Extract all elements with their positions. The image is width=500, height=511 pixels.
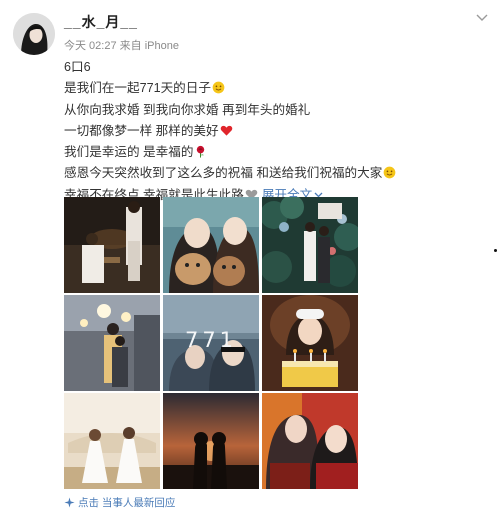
post-line-text: 从你向我求婚 到我向你求婚 再到年头的婚礼	[64, 102, 311, 117]
photo-5[interactable]: 771	[163, 295, 259, 391]
side-dot	[494, 249, 497, 252]
photo-7[interactable]	[64, 393, 160, 489]
photo-2[interactable]	[163, 197, 259, 293]
post-line: 从你向我求婚 到我向你求婚 再到年头的婚礼	[64, 100, 484, 121]
photo-6[interactable]	[262, 295, 358, 391]
photo-1[interactable]	[64, 197, 160, 293]
footer-label: 点击 当事人最新回应	[78, 497, 176, 509]
photo-overlay-text: 771	[184, 328, 238, 352]
photo-3-image	[262, 197, 358, 293]
chevron-down-icon[interactable]	[476, 14, 488, 22]
photo-3[interactable]	[262, 197, 358, 293]
rose-emoji-icon	[197, 146, 205, 158]
sparkle-icon	[64, 497, 75, 508]
photo-9[interactable]	[262, 393, 358, 489]
photo-grid: 771	[64, 197, 358, 489]
photo-9-image	[262, 393, 358, 489]
post-text: 6口6 是我们在一起771天的日子 从你向我求婚 到我向你求婚 再到年头的婚礼 …	[64, 57, 484, 206]
username[interactable]: __水_月__	[64, 12, 138, 32]
photo-1-image	[64, 197, 160, 293]
avatar[interactable]	[13, 13, 55, 55]
post-line: 6口6	[64, 57, 484, 78]
post-line: 我们是幸运的 是幸福的	[64, 142, 484, 163]
post-line-text: 感恩今天突然收到了这么多的祝福 和送给我们祝福的大家	[64, 166, 383, 181]
smile-emoji-icon	[212, 81, 225, 94]
photo-4[interactable]	[64, 295, 160, 391]
post-line: 是我们在一起771天的日子	[64, 78, 484, 99]
heart-emoji-icon	[220, 125, 232, 136]
post-line-text: 我们是幸运的 是幸福的	[64, 145, 194, 160]
photo-4-image	[64, 295, 160, 391]
avatar-image	[13, 13, 55, 55]
post-meta: 今天 02:27 来自 iPhone	[64, 40, 179, 52]
post-line-text: 6口6	[64, 60, 91, 74]
post-line-text: 是我们在一起771天的日子	[64, 81, 211, 96]
photo-6-image	[262, 295, 358, 391]
photo-7-image	[64, 393, 160, 489]
latest-response-link[interactable]: 点击 当事人最新回应	[64, 495, 175, 510]
photo-8-image	[163, 393, 259, 489]
post-line: 感恩今天突然收到了这么多的祝福 和送给我们祝福的大家	[64, 163, 484, 184]
photo-2-image	[163, 197, 259, 293]
post-line: 一切都像梦一样 那样的美好	[64, 121, 484, 142]
smile-emoji-icon	[383, 167, 396, 179]
photo-8[interactable]	[163, 393, 259, 489]
post-line-text: 一切都像梦一样 那样的美好	[64, 123, 219, 138]
